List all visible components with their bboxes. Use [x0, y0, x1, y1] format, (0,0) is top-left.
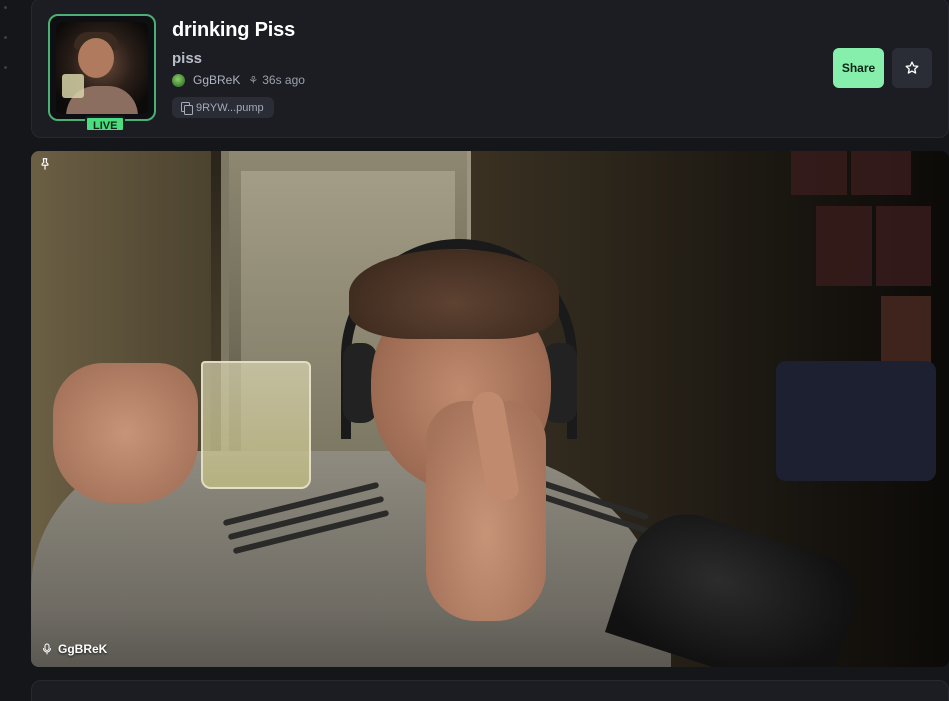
video-player[interactable]: GgBReK — [31, 151, 949, 667]
speaker-label: GgBReK — [41, 642, 107, 656]
copy-address-chip[interactable]: 9RYW...pump — [172, 97, 274, 118]
mic-icon — [43, 643, 51, 655]
stream-meta: GgBReK ⚘ 36s ago — [172, 72, 305, 88]
chat-card — [31, 680, 949, 701]
stream-age: 36s ago — [262, 73, 305, 87]
rail-dot — [4, 66, 7, 69]
token-address: 9RYW...pump — [196, 101, 264, 114]
thumbnail-image — [56, 22, 148, 114]
sprout-icon: ⚘ — [248, 74, 259, 87]
stream-header-card — [31, 0, 949, 138]
star-icon — [905, 61, 919, 74]
page: LIVE drinking Piss piss GgBReK ⚘ 36s ago… — [0, 0, 949, 701]
speaker-name: GgBReK — [58, 642, 108, 656]
rail-dot — [4, 36, 7, 39]
creator-avatar[interactable] — [172, 73, 185, 87]
favorite-button[interactable] — [892, 48, 932, 88]
stream-subtitle: piss — [172, 50, 203, 67]
stream-thumbnail[interactable]: LIVE — [48, 14, 156, 132]
share-button[interactable]: Share — [833, 48, 884, 88]
creator-name[interactable]: GgBReK — [193, 73, 240, 87]
live-badge: LIVE — [85, 116, 126, 132]
pin-icon[interactable] — [38, 156, 52, 172]
stream-title: drinking Piss — [172, 19, 295, 41]
copy-icon — [181, 102, 193, 115]
rail-dot — [4, 6, 7, 9]
